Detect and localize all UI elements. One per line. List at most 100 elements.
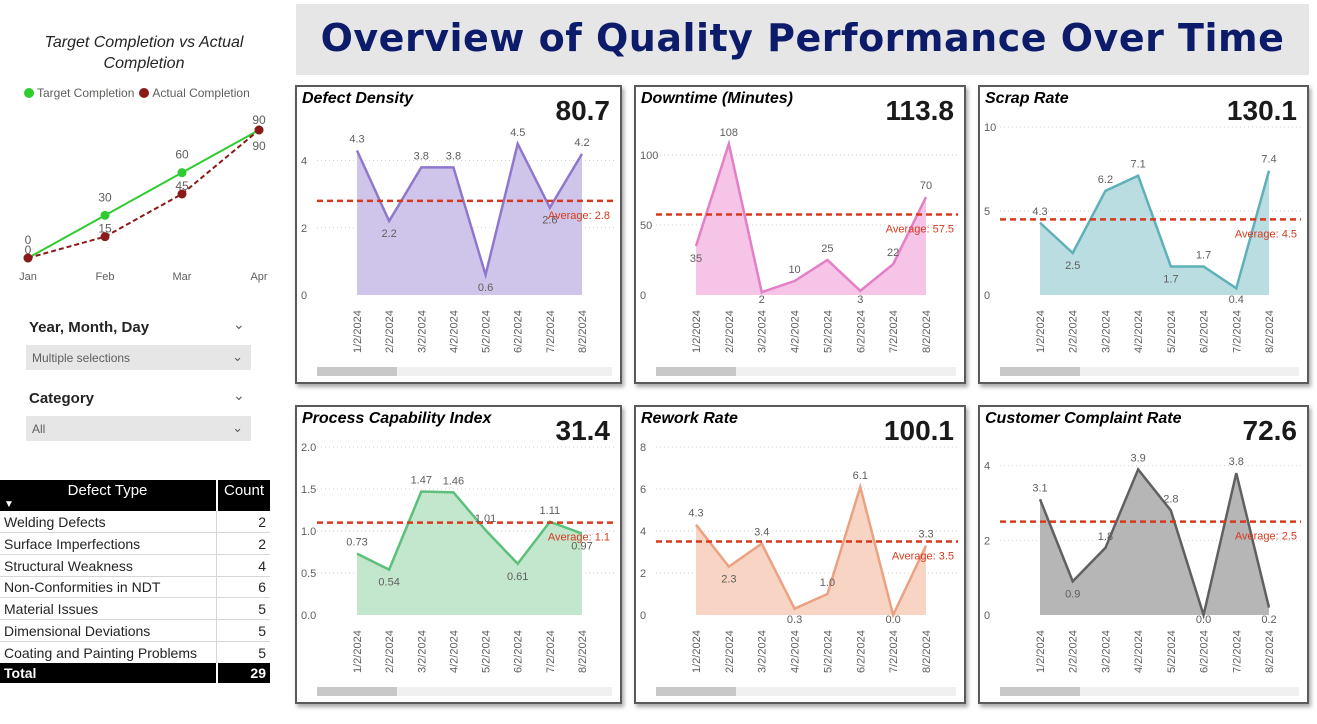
data-label: 3.8 [414,150,429,162]
x-tick-label: 6/2/2024 [513,310,525,353]
date-slicer-dropdown[interactable]: Multiple selections ⌄ [26,345,251,370]
scrollbar-thumb[interactable] [656,687,736,696]
date-slicer-value: Multiple selections [32,351,131,365]
x-tick-label: 7/2/2024 [888,630,900,673]
y-tick-label: 100 [640,150,658,162]
chevron-down-icon[interactable]: ⌄ [233,387,245,404]
column-divider [216,620,217,642]
y-tick-label: 4 [301,156,307,168]
column-header-defect-type[interactable]: Defect Type [0,482,215,499]
data-label: 0.9 [1065,588,1080,600]
data-label: 10 [788,264,800,276]
scrollbar-thumb[interactable] [1000,367,1080,376]
table-row[interactable]: Coating and Painting Problems 5 [0,641,270,664]
area-chart[interactable]: 024Average: 2.84.32.23.8 3.80.64.52.64.21… [297,87,620,382]
x-tick-label: 1/2/2024 [1035,310,1047,353]
completion-line-chart[interactable]: 03060900154590Jan Feb Mar Apr [0,108,290,288]
area-chart[interactable]: 0 2 4 6 8 Average: 3.5 4.3 2.3 3.4 0.3 1.0 6.1 0.0 3.… [636,407,964,702]
data-label: 1.01 [475,513,496,525]
x-tick-label: 6/2/2024 [1199,310,1211,353]
y-tick-label: 2 [984,535,990,547]
series-line-target[interactable] [27,129,260,259]
area-chart[interactable]: 0.00.51.01.52.0Average: 1.10.730.541.47 1… [297,407,620,702]
card-downtime-minutes[interactable]: Downtime (Minutes) 113.8 0 50 100 Average: 57… [634,85,966,384]
column-header-count[interactable]: Count [218,482,270,499]
scrollbar-thumb[interactable] [317,367,397,376]
scrollbar-thumb[interactable] [1000,687,1080,696]
data-label: 2.6 [542,215,557,227]
defect-type-cell: Dimensional Deviations [4,623,151,639]
sort-descending-icon[interactable]: ▼ [4,499,14,510]
data-label: 2.3 [721,574,736,586]
slicer-date-title: Year, Month, Day [29,319,150,336]
scrollbar-thumb[interactable] [317,687,397,696]
x-tick-label: 2/2/2024 [724,630,736,673]
column-divider [216,532,217,555]
x-tick-label: 2/2/2024 [1068,630,1080,673]
card-customer-complaint-rate[interactable]: Customer Complaint Rate 72.6 0 2 4 Average: 2… [978,405,1309,704]
data-label: 90 [252,139,266,153]
data-label: 2.2 [381,228,396,240]
card-rework-rate[interactable]: Rework Rate 100.1 0 2 4 6 8 Average: 3.5 4.3 2.3 3… [634,405,966,704]
x-tick-label: 3/2/2024 [1100,630,1112,673]
table-row[interactable]: Non-Conformities in NDT 6 [0,576,270,599]
average-label: Average: 3.5 [892,551,954,563]
data-label: 1.8 [1098,531,1113,543]
x-tick-label: 8/2/2024 [577,630,589,673]
y-tick-label: 5 [984,206,990,218]
scrollbar-thumb[interactable] [656,367,736,376]
x-tick-label: 8/2/2024 [1264,310,1276,353]
x-tick-label: 8/2/2024 [921,310,933,353]
data-point-target[interactable] [100,210,110,220]
x-tick-label: 3/2/2024 [416,630,428,673]
x-tick-label: 7/2/2024 [545,310,557,353]
table-row[interactable]: Material Issues 5 [0,598,270,621]
table-row[interactable]: Dimensional Deviations 5 [0,620,270,642]
area-chart[interactable]: 0 50 100 Average: 57.5 35 108 2 10 25 3 22 70 1/2/20… [636,87,964,382]
chevron-down-icon[interactable]: ⌄ [233,316,245,333]
x-tick-label: 2/2/2024 [724,310,736,353]
data-label: 2.5 [1065,260,1080,272]
chevron-down-icon: ⌄ [232,420,243,435]
table-row[interactable]: Structural Weakness 4 [0,554,270,577]
count-cell: 2 [258,514,266,530]
area-chart[interactable]: 0 5 10 Average: 4.5 4.3 2.5 6.2 7.1 1.7 1.7 0.4 7.4… [980,87,1307,382]
data-point-target[interactable] [177,168,187,178]
column-divider [216,576,217,599]
card-defect-density[interactable]: Defect Density 80.7 0 2 4 Average: 2.8 4.3 2.2 3… [295,85,622,384]
legend-item-actual[interactable]: Actual Completion [139,86,250,100]
data-label: 2.8 [1163,493,1178,505]
average-label: Average: 57.5 [886,224,954,236]
x-tick-label: 6/2/2024 [1199,630,1211,673]
legend-item-target[interactable]: Target Completion [24,86,134,100]
card-scrap-rate[interactable]: Scrap Rate 130.1 0 5 10 Average: 4.5 4.3 2.5 6.2… [978,85,1309,384]
data-label: 3.4 [754,527,769,539]
data-point-actual[interactable] [254,125,264,135]
data-label: 90 [252,113,266,127]
completion-chart-legend[interactable]: Target Completion Actual Completion [24,86,255,100]
table-row[interactable]: Welding Defects 2 [0,511,270,533]
x-tick-label: 4/2/2024 [790,630,802,673]
category-slicer-dropdown[interactable]: All ⌄ [26,416,251,441]
data-label: 108 [720,127,738,139]
y-tick-label: 0 [984,610,990,622]
y-tick-label: 1.5 [301,484,316,496]
data-label: 60 [175,148,189,162]
y-tick-label: 0.0 [301,610,316,622]
count-cell: 5 [258,601,266,618]
data-label: 6.2 [1098,174,1113,186]
table-row[interactable]: Surface Imperfections 2 [0,532,270,555]
card-process-capability-index[interactable]: Process Capability Index 31.4 0.0 0.5 1.0 1.5… [295,405,622,704]
x-tick-label: 2/2/2024 [1068,310,1080,353]
area-chart[interactable]: 0 2 4 Average: 2.5 3.1 0.9 1.8 3.9 2.8 0.0 3.8 0.2 1… [980,407,1307,702]
x-tick-label: 5/2/2024 [1166,310,1178,353]
legend-actual-label: Actual Completion [152,86,250,100]
count-cell: 5 [258,623,266,639]
x-tick-label: Mar [173,271,192,283]
x-tick-label: 6/2/2024 [855,630,867,673]
count-cell: 4 [258,557,266,574]
count-cell: 2 [258,535,266,552]
table-header: Defect Type Count ▼ [0,480,270,511]
x-tick-label: 8/2/2024 [1264,630,1276,673]
data-label: 45 [175,179,189,193]
